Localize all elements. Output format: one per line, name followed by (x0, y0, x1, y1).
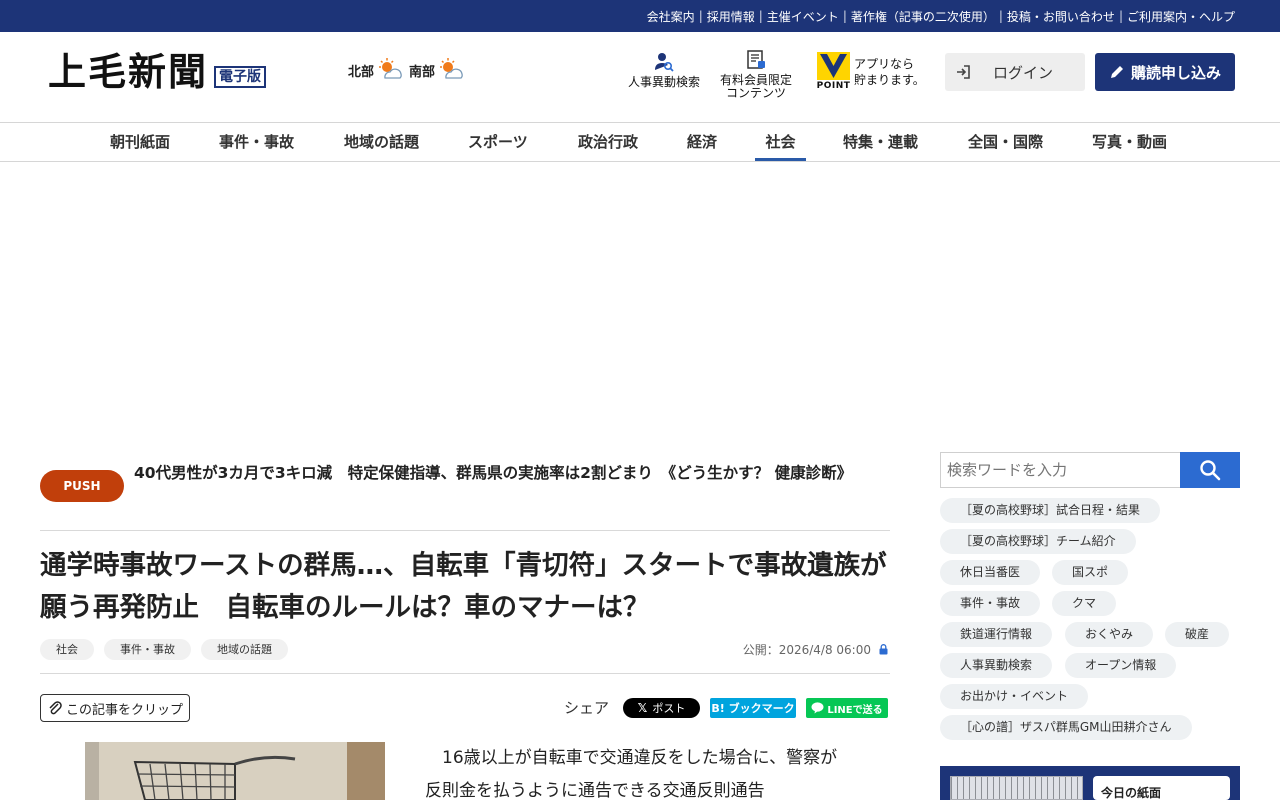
subscribe-button[interactable]: 購読申し込み (1095, 53, 1235, 91)
paper-thumbnail[interactable] (950, 776, 1083, 800)
search-bar (940, 452, 1240, 488)
vpoint-line1: アプリなら (854, 57, 915, 71)
nav-item-society[interactable]: 社会 (755, 123, 806, 161)
article-photo[interactable] (85, 742, 385, 800)
article-body: 16歳以上が自転車で交通違反をした場合に、警察が反則金を払うように通告できる交通… (425, 748, 838, 800)
sidebar-chip-railway[interactable]: 鉄道運行情報 (940, 622, 1053, 647)
vpoint-promo[interactable]: POINT アプリなら 貯まります。 (817, 52, 925, 92)
share-x-label: ポスト (652, 702, 686, 715)
share-hatena-button[interactable]: B! ブックマーク (710, 698, 796, 718)
article-tags: 社会 事件・事故 地域の話題 (40, 639, 298, 660)
weather-region-label: 北部 (348, 64, 375, 80)
utility-link-company[interactable]: 会社案内 (647, 8, 695, 25)
utility-link-contact[interactable]: 投稿・お問い合わせ (1007, 8, 1115, 25)
vpoint-v-icon (817, 52, 850, 80)
logo-badge: 電子版 (214, 66, 267, 88)
sidebar-chip-hs-baseball-schedule[interactable]: ［夏の高校野球］試合日程・結果 (940, 498, 1161, 523)
x-logo-icon: 𝕏 (637, 701, 648, 715)
sidebar-chip-personnel[interactable]: 人事異動検索 (940, 653, 1053, 678)
publish-date: 公開：2026/4/8 06:00 (743, 641, 888, 658)
utility-link-copyright[interactable]: 著作権（記事の二次使用） (851, 8, 995, 25)
nav-item-incidents[interactable]: 事件・事故 (219, 123, 294, 161)
site-header: 上毛新聞 電子版 北部 南部 人事異動検索 有料会員限定 コンテンツ POINT… (0, 32, 1280, 122)
sidebar-chip-hs-baseball-teams[interactable]: ［夏の高校野球］チーム紹介 (940, 529, 1136, 554)
vpoint-logo: POINT (817, 52, 850, 92)
search-input[interactable] (940, 452, 1180, 488)
logo-wordmark: 上毛新聞 (48, 49, 209, 94)
sidebar-chip-holiday-doctor[interactable]: 休日当番医 (940, 560, 1041, 585)
sidebar-chip-outings[interactable]: お出かけ・イベント (940, 684, 1089, 709)
premium-content-line2: コンテンツ (726, 86, 787, 100)
login-button[interactable]: ログイン (945, 53, 1085, 91)
utility-link-help[interactable]: ご利用案内・ヘルプ (1127, 8, 1235, 25)
personnel-search-link[interactable]: 人事異動検索 (628, 52, 700, 89)
weather-north: 北部 (348, 58, 403, 82)
sidebar-chip-bear[interactable]: クマ (1052, 591, 1117, 616)
utility-link-recruit[interactable]: 採用情報 (707, 8, 755, 25)
sidebar-chip-kokoro-no-fu[interactable]: ［心の譜］ザスパ群馬GM山田耕介さん (940, 715, 1192, 740)
tag-local[interactable]: 地域の話題 (201, 639, 288, 660)
nav-item-local[interactable]: 地域の話題 (344, 123, 419, 161)
tag-incidents[interactable]: 事件・事故 (104, 639, 191, 660)
weather-south: 南部 (409, 58, 464, 82)
search-icon (1200, 460, 1221, 481)
share-line-button[interactable]: LINEで送る (806, 698, 888, 718)
paperclip-icon (49, 701, 62, 715)
todays-paper-label: 今日の紙面 (1101, 786, 1162, 800)
nav-item-morning-edition[interactable]: 朝刊紙面 (110, 123, 170, 161)
pencil-icon (1110, 66, 1123, 78)
person-search-icon (655, 53, 674, 72)
bicycle-basket-image (85, 742, 385, 800)
sun-cloud-icon (440, 58, 463, 79)
login-label: ログイン (993, 63, 1054, 82)
publish-date-text: 公開：2026/4/8 06:00 (742, 643, 871, 657)
clip-article-button[interactable]: この記事をクリップ (40, 694, 190, 722)
todays-paper-card[interactable]: 今日の紙面 (1093, 776, 1230, 800)
utility-links: 会社案内 | 採用情報 | 主催イベント | 著作権（記事の二次使用） | 投稿・お問い… (646, 8, 1235, 25)
sidebar-chip-bankruptcy[interactable]: 破産 (1165, 622, 1230, 647)
top-utility-bar: 会社案内 | 採用情報 | 主催イベント | 著作権（記事の二次使用） | 投稿・お問い… (0, 0, 1280, 32)
sidebar-chip-open-info[interactable]: オープン情報 (1065, 653, 1177, 678)
nav-item-sports[interactable]: スポーツ (468, 123, 528, 161)
push-headline[interactable]: PUSH 40代男性が3カ月で3キロ減 特定保健指導、群馬県の実施率は2割どまり… (40, 459, 890, 529)
push-headline-text[interactable]: 40代男性が3カ月で3キロ減 特定保健指導、群馬県の実施率は2割どまり 《どう生… (134, 459, 874, 488)
vpoint-line2: 貯まります。 (854, 73, 925, 87)
nav-item-economy[interactable]: 経済 (687, 123, 717, 161)
sidebar-chip-national-sports[interactable]: 国スポ (1052, 560, 1129, 585)
subscribe-label: 購読申し込み (1130, 63, 1221, 82)
global-nav: 朝刊紙面 事件・事故 地域の話題 スポーツ 政治行政 経済 社会 特集・連載 全… (0, 122, 1280, 162)
push-badge: PUSH (40, 470, 124, 502)
premium-newspaper-icon (747, 50, 765, 69)
site-logo[interactable]: 上毛新聞 電子版 (48, 49, 267, 94)
share-label: シェア (564, 699, 610, 717)
personnel-search-label: 人事異動検索 (628, 75, 701, 89)
utility-link-events[interactable]: 主催イベント (767, 8, 839, 25)
divider (40, 673, 890, 674)
weather-widget[interactable]: 北部 南部 (348, 58, 470, 82)
vpoint-badge-label: POINT (816, 81, 851, 91)
tag-society[interactable]: 社会 (40, 639, 94, 660)
sun-cloud-icon (379, 58, 402, 79)
share-line-label: LINEで送る (827, 704, 883, 716)
line-chat-icon (811, 702, 824, 714)
login-icon (957, 65, 970, 79)
clip-label: この記事をクリップ (65, 702, 183, 718)
article-title: 通学時事故ワーストの群馬…、自転車「青切符」スタートで事故遺族が願う再発防止 自… (40, 550, 887, 623)
todays-paper-block[interactable]: 今日の紙面 (940, 766, 1240, 800)
share-x-button[interactable]: 𝕏 ポスト (623, 698, 700, 718)
sidebar-chip-obituary[interactable]: おくやみ (1065, 622, 1154, 647)
search-button[interactable] (1180, 452, 1240, 488)
nav-item-photo-video[interactable]: 写真・動画 (1092, 123, 1167, 161)
vpoint-text: アプリなら 貯まります。 (854, 56, 925, 88)
ad-space (0, 162, 1280, 447)
nav-item-politics[interactable]: 政治行政 (578, 123, 638, 161)
lock-icon (879, 644, 888, 655)
nav-item-features[interactable]: 特集・連載 (843, 123, 918, 161)
sidebar-chip-incidents[interactable]: 事件・事故 (940, 591, 1041, 616)
weather-region-label: 南部 (409, 64, 436, 80)
nav-item-national[interactable]: 全国・国際 (968, 123, 1043, 161)
premium-content-link[interactable]: 有料会員限定 コンテンツ (720, 50, 792, 100)
divider (40, 530, 890, 531)
